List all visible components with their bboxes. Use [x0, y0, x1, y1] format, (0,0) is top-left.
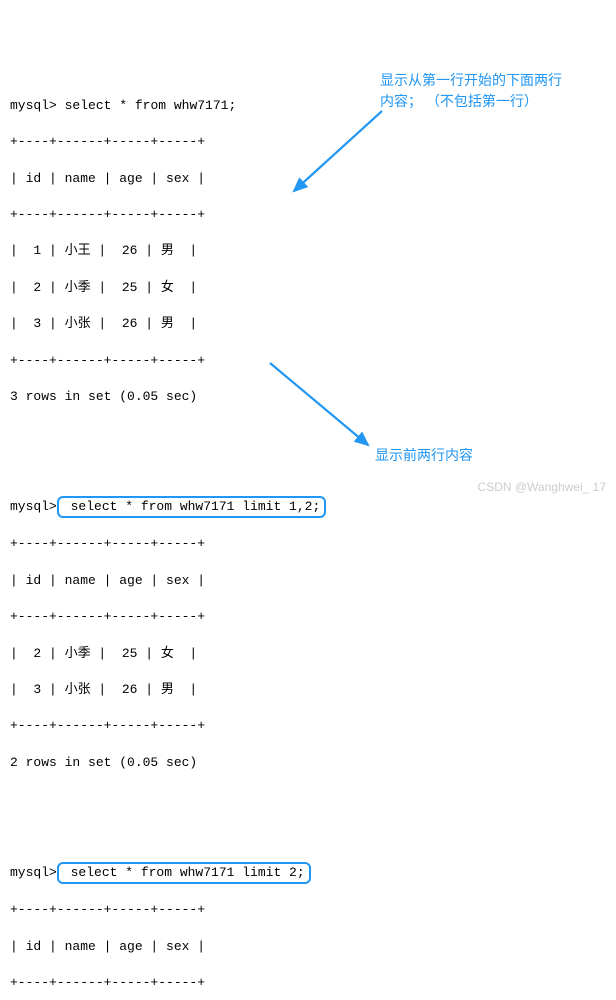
q3-prompt-line: mysql> select * from whw7171 limit 2; — [10, 863, 606, 883]
q2-row2: | 3 | 小张 | 26 | 男 | — [10, 681, 606, 699]
q1-sep1: +----+------+-----+-----+ — [10, 133, 606, 151]
q2-prompt-line: mysql> select * from whw7171 limit 1,2; — [10, 497, 606, 517]
q3-sql-highlight: select * from whw7171 limit 2; — [57, 862, 311, 884]
annotation-1-line1: 显示从第一行开始的下面两行 — [380, 70, 600, 91]
q3-sep1: +----+------+-----+-----+ — [10, 901, 606, 919]
q1-prompt: mysql> — [10, 98, 57, 113]
q1-row1: | 1 | 小王 | 26 | 男 | — [10, 242, 606, 260]
q2-head: | id | name | age | sex | — [10, 572, 606, 590]
q1-sep3: +----+------+-----+-----+ — [10, 352, 606, 370]
blank2 — [10, 790, 606, 808]
q1-head: | id | name | age | sex | — [10, 170, 606, 188]
q2-sep3: +----+------+-----+-----+ — [10, 717, 606, 735]
q2-sql-highlight: select * from whw7171 limit 1,2; — [57, 496, 326, 518]
blank1 — [10, 424, 606, 442]
q1-sep2: +----+------+-----+-----+ — [10, 206, 606, 224]
q3-sep2: +----+------+-----+-----+ — [10, 974, 606, 992]
q3-head: | id | name | age | sex | — [10, 938, 606, 956]
q3-prompt: mysql> — [10, 865, 57, 880]
q2-sep2: +----+------+-----+-----+ — [10, 608, 606, 626]
annotation-2-text: 显示前两行内容 — [375, 447, 473, 463]
q1-status: 3 rows in set (0.05 sec) — [10, 388, 606, 406]
q2-prompt: mysql> — [10, 499, 57, 514]
annotation-2: 显示前两行内容 — [375, 445, 473, 466]
annotation-1-line2: 内容； （不包括第一行） — [380, 91, 600, 112]
q1-sql: select * from whw7171; — [65, 98, 237, 113]
q1-row2: | 2 | 小季 | 25 | 女 | — [10, 279, 606, 297]
q1-row3: | 3 | 小张 | 26 | 男 | — [10, 315, 606, 333]
q2-sep1: +----+------+-----+-----+ — [10, 535, 606, 553]
watermark: CSDN @Wanghwei_ 17 — [478, 479, 606, 496]
annotation-1: 显示从第一行开始的下面两行 内容； （不包括第一行） — [380, 70, 600, 112]
q2-row1: | 2 | 小季 | 25 | 女 | — [10, 645, 606, 663]
q3-sql: select * from whw7171 limit 2; — [63, 865, 305, 880]
q2-status: 2 rows in set (0.05 sec) — [10, 754, 606, 772]
q2-sql: select * from whw7171 limit 1,2; — [63, 499, 320, 514]
